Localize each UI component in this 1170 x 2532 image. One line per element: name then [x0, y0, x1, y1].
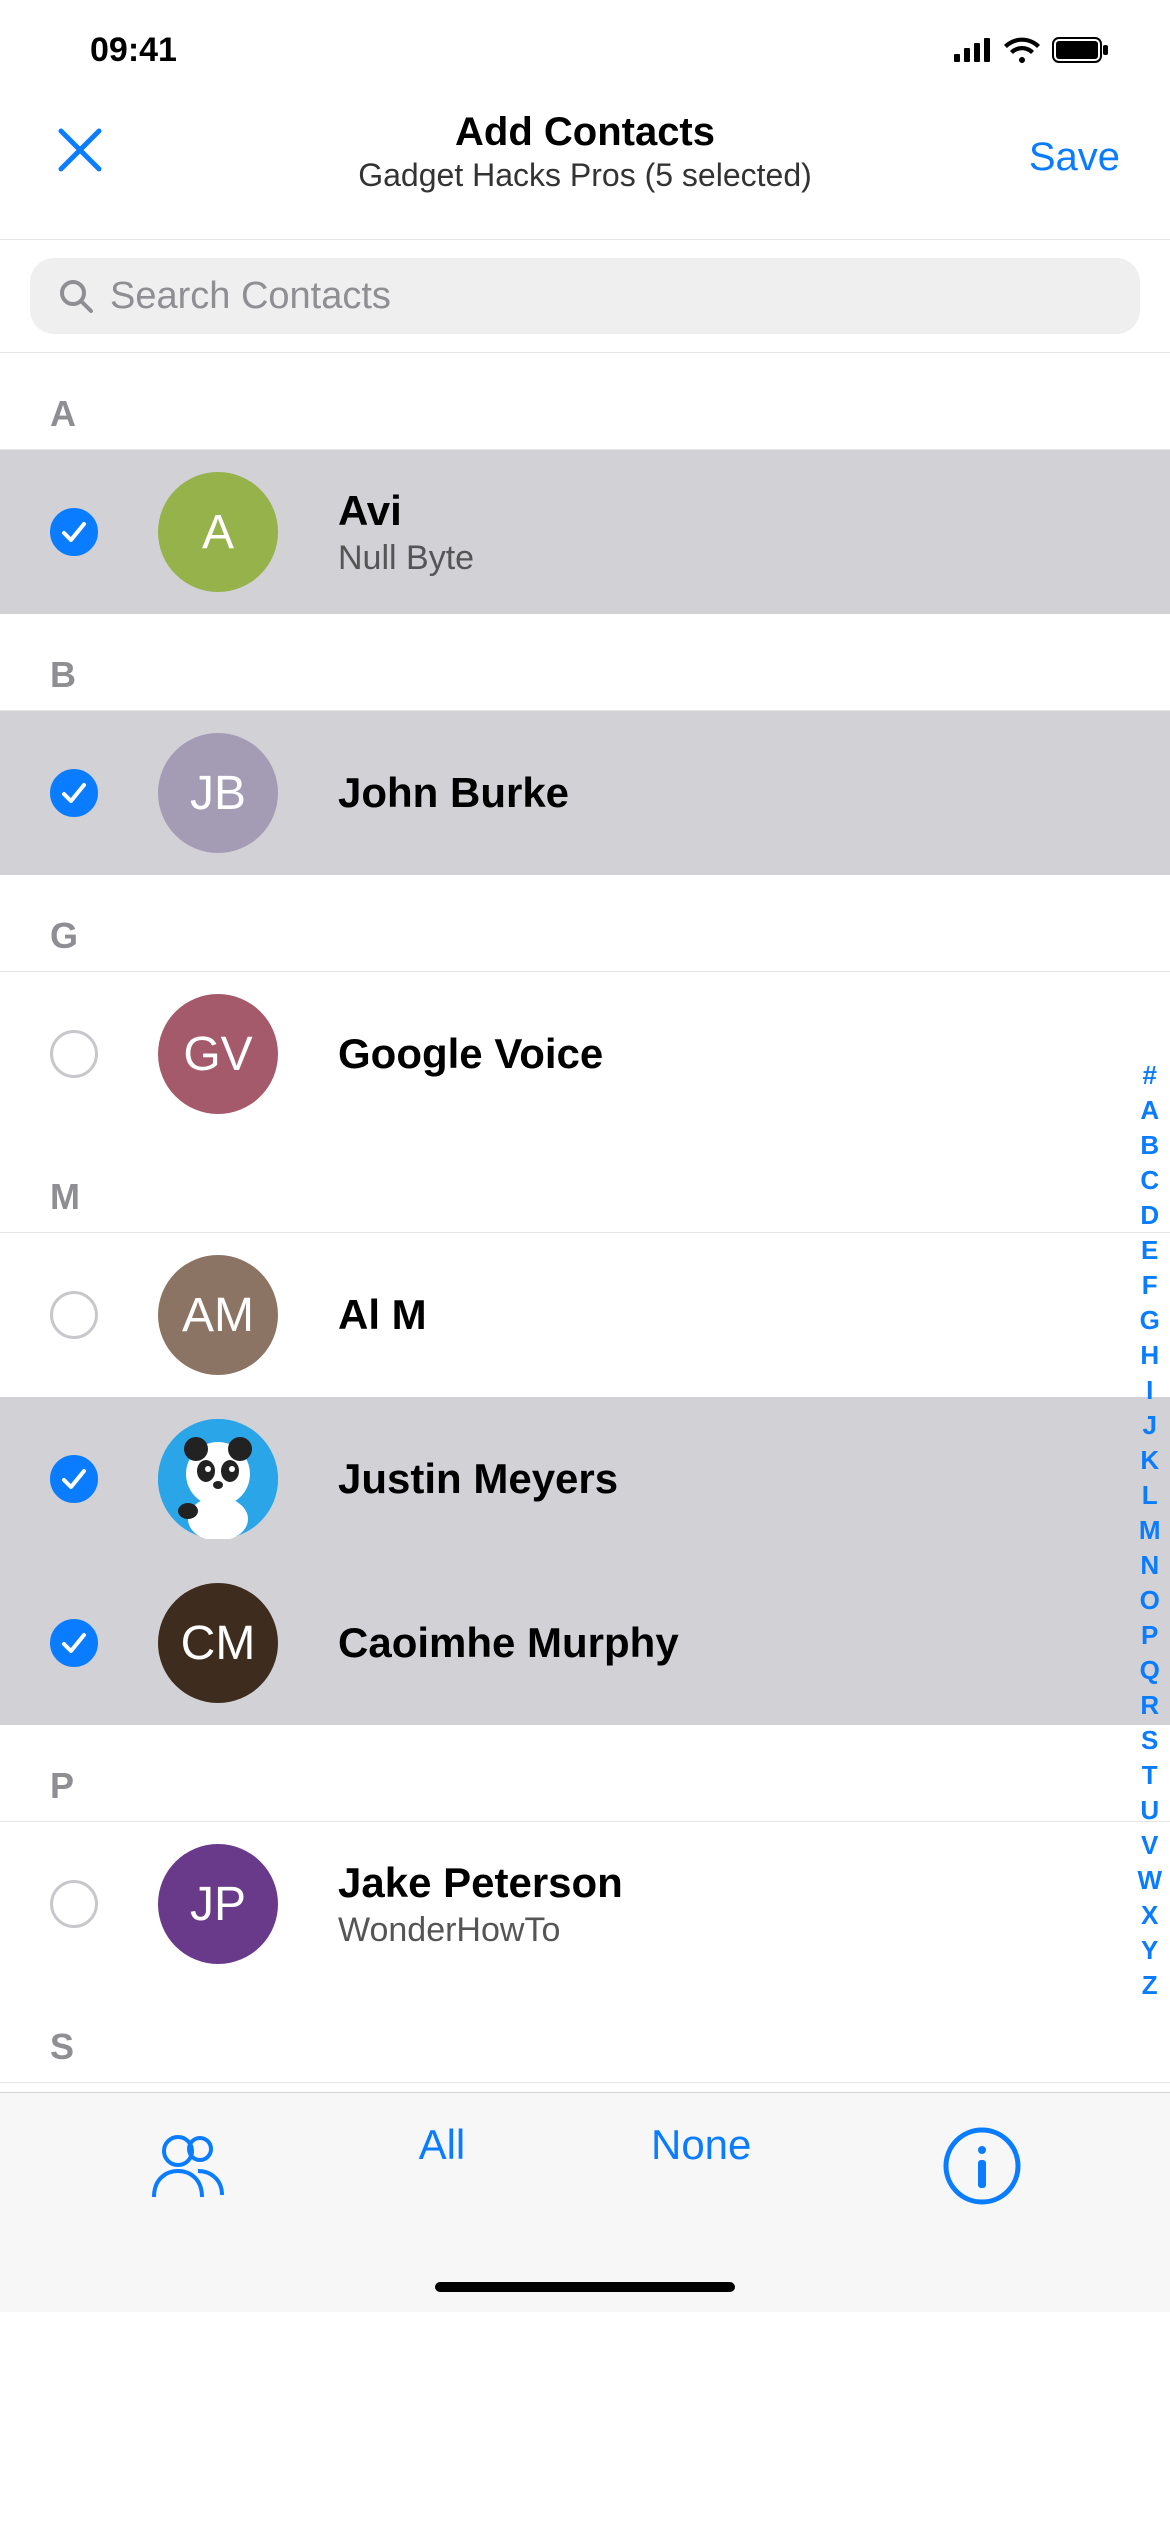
select-all-button[interactable]: All — [419, 2121, 466, 2169]
contact-subtitle: Null Byte — [338, 539, 474, 578]
checkbox-unchecked[interactable] — [50, 1291, 98, 1339]
contact-subtitle: WonderHowTo — [338, 1911, 623, 1950]
section-header: P — [0, 1725, 1170, 1822]
index-letter[interactable]: E — [1141, 1235, 1158, 1266]
index-letter[interactable]: N — [1140, 1550, 1159, 1581]
page-subtitle: Gadget Hacks Pros (5 selected) — [358, 157, 812, 194]
checkbox-unchecked[interactable] — [50, 1880, 98, 1928]
index-letter[interactable]: R — [1140, 1690, 1159, 1721]
contact-name: Avi — [338, 487, 474, 535]
contact-row[interactable]: GV Google Voice — [0, 972, 1170, 1136]
info-button[interactable] — [937, 2121, 1027, 2211]
avatar: A — [158, 472, 278, 592]
checkbox-unchecked[interactable] — [50, 1030, 98, 1078]
search-icon — [58, 278, 94, 314]
avatar: AM — [158, 1255, 278, 1375]
index-letter[interactable]: S — [1141, 1725, 1158, 1756]
section-header: S — [0, 1986, 1170, 2083]
index-letter[interactable]: K — [1140, 1445, 1159, 1476]
page-title: Add Contacts — [358, 110, 812, 155]
avatar: JB — [158, 733, 278, 853]
search-bar-container: Search Contacts — [0, 240, 1170, 353]
index-letter[interactable]: Z — [1142, 1970, 1158, 2001]
contact-name: Jake Peterson — [338, 1859, 623, 1907]
contact-name: Google Voice — [338, 1030, 603, 1078]
checkbox-checked[interactable] — [50, 769, 98, 817]
contact-name: John Burke — [338, 769, 569, 817]
select-none-button[interactable]: None — [651, 2121, 751, 2169]
checkbox-checked[interactable] — [50, 508, 98, 556]
index-letter[interactable]: J — [1142, 1410, 1156, 1441]
save-button[interactable]: Save — [1029, 135, 1120, 180]
index-letter[interactable]: Y — [1141, 1935, 1158, 1966]
index-letter[interactable]: G — [1140, 1305, 1160, 1336]
avatar: GV — [158, 994, 278, 1114]
index-letter[interactable]: Q — [1140, 1655, 1160, 1686]
status-icons — [954, 37, 1110, 63]
section-header: A — [0, 353, 1170, 450]
status-time: 09:41 — [90, 31, 177, 70]
index-letter[interactable]: H — [1140, 1340, 1159, 1371]
index-letter[interactable]: C — [1140, 1165, 1159, 1196]
contact-row[interactable]: JB John Burke — [0, 711, 1170, 875]
contacts-button[interactable] — [143, 2121, 233, 2211]
index-letter[interactable]: B — [1140, 1130, 1159, 1161]
search-placeholder: Search Contacts — [110, 275, 391, 318]
avatar — [158, 1419, 278, 1539]
avatar: JP — [158, 1844, 278, 1964]
people-icon — [148, 2131, 228, 2201]
contact-row[interactable]: CM Caoimhe Murphy — [0, 1561, 1170, 1725]
home-indicator — [435, 2282, 735, 2292]
battery-icon — [1052, 37, 1110, 63]
index-letter[interactable]: U — [1140, 1795, 1159, 1826]
index-letter[interactable]: A — [1140, 1095, 1159, 1126]
section-header: B — [0, 614, 1170, 711]
index-letter[interactable]: W — [1137, 1865, 1162, 1896]
contact-name: Caoimhe Murphy — [338, 1619, 679, 1667]
index-letter[interactable]: F — [1142, 1270, 1158, 1301]
index-letter[interactable]: I — [1146, 1375, 1153, 1406]
contact-row[interactable]: AM Al M — [0, 1233, 1170, 1397]
status-bar: 09:41 — [0, 0, 1170, 100]
index-letter[interactable]: D — [1140, 1200, 1159, 1231]
check-icon — [60, 518, 88, 546]
cellular-icon — [954, 38, 992, 62]
contact-name: Justin Meyers — [338, 1455, 618, 1503]
index-letter[interactable]: L — [1142, 1480, 1158, 1511]
checkbox-checked[interactable] — [50, 1455, 98, 1503]
index-letter[interactable]: O — [1140, 1585, 1160, 1616]
contact-name: Al M — [338, 1291, 427, 1339]
contact-row[interactable]: JP Jake Peterson WonderHowTo — [0, 1822, 1170, 1986]
bottom-toolbar: All None — [0, 2092, 1170, 2312]
close-button[interactable] — [50, 120, 110, 180]
close-icon — [57, 127, 103, 173]
wifi-icon — [1004, 37, 1040, 63]
check-icon — [60, 779, 88, 807]
contact-row[interactable]: A Avi Null Byte — [0, 450, 1170, 614]
index-letter[interactable]: M — [1139, 1515, 1161, 1546]
section-header: M — [0, 1136, 1170, 1233]
section-header: G — [0, 875, 1170, 972]
check-icon — [60, 1629, 88, 1657]
index-letter[interactable]: T — [1142, 1760, 1158, 1791]
search-input[interactable]: Search Contacts — [30, 258, 1140, 334]
index-letter[interactable]: V — [1141, 1830, 1158, 1861]
alpha-index[interactable]: # ABCDEFGHIJKLMNOPQRSTUVWXYZ — [1137, 1060, 1162, 2001]
avatar: CM — [158, 1583, 278, 1703]
index-letter[interactable]: # — [1142, 1060, 1156, 1091]
header-title-block: Add Contacts Gadget Hacks Pros (5 select… — [358, 110, 812, 194]
info-icon — [942, 2126, 1022, 2206]
check-icon — [60, 1465, 88, 1493]
checkbox-checked[interactable] — [50, 1619, 98, 1667]
contact-row[interactable]: Justin Meyers — [0, 1397, 1170, 1561]
index-letter[interactable]: X — [1141, 1900, 1158, 1931]
index-letter[interactable]: P — [1141, 1620, 1158, 1651]
nav-header: Add Contacts Gadget Hacks Pros (5 select… — [0, 100, 1170, 240]
